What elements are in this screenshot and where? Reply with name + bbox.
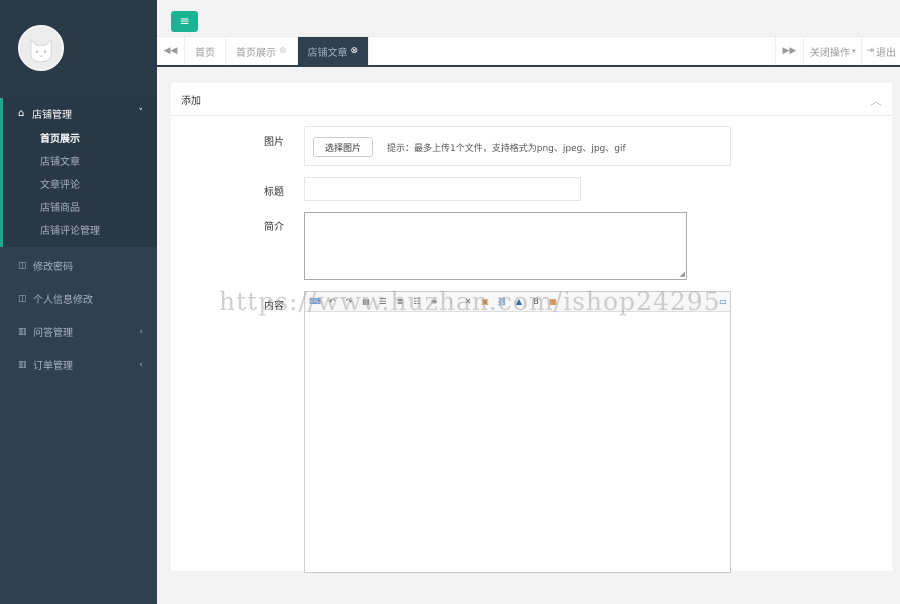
tab-label: 首页 [195, 47, 215, 59]
bar-chart-icon: ▥ [18, 359, 27, 370]
panel-title: 添加 [181, 95, 201, 107]
redo-icon[interactable]: ↷ [342, 295, 356, 309]
chevron-left-icon: ‹ [139, 359, 143, 370]
menu-icon: ≡ [179, 14, 190, 28]
chevron-down-icon: ˅ [138, 108, 144, 118]
image-label: 图片 [264, 137, 284, 148]
align-center-icon[interactable]: ≣ [393, 295, 407, 309]
topbar: ≡ [157, 0, 900, 37]
close-operations-label: 关闭操作 [809, 47, 850, 59]
logout-button[interactable]: ⇥ 退出 [861, 37, 900, 65]
list-icon[interactable]: ⁝ [444, 295, 458, 309]
image-icon[interactable]: ▲ [512, 295, 526, 309]
sidebar-item-label: 个人信息修改 [33, 295, 93, 306]
forward-icon: ▶▶ [782, 46, 797, 56]
chevron-left-icon: ‹ [139, 326, 143, 337]
add-form-panel: 添加 ︿ 图片 选择图片 提示：最多上传1个文件，支持格式为png、jpeg、j… [171, 83, 892, 573]
editor-toolbar: ⌨ ↶ ↷ ▤ ☰ ≣ ☷ ≡ ⁝ ✕ ▣ ⛓ ▲ B ▦ ▭ [305, 292, 730, 312]
intro-textarea[interactable]: ◢ [304, 212, 687, 280]
tabs-bar: ◀◀ 首页 首页展示 ⊗ 店铺文章 ⊗ ▶▶ 关闭操作 ▾ ⇥ 退出 [157, 37, 900, 67]
subnav-item-shop-review-management[interactable]: 店铺评论管理 [3, 220, 157, 243]
tab-shop-articles[interactable]: 店铺文章 ⊗ [297, 37, 370, 65]
align-left-icon[interactable]: ☰ [376, 295, 390, 309]
sidebar-item-change-password[interactable]: ◫ 修改密码 [0, 249, 157, 282]
editor-body[interactable] [305, 313, 730, 572]
bold-icon[interactable]: B [529, 295, 543, 309]
template-icon[interactable]: ▤ [359, 295, 373, 309]
sidebar-item-edit-profile[interactable]: ◫ 个人信息修改 [0, 282, 157, 315]
backward-icon: ◀◀ [163, 46, 178, 56]
resize-handle-icon[interactable]: ◢ [680, 271, 685, 278]
link-icon[interactable]: ⛓ [495, 295, 509, 309]
subnav-item-shop-articles[interactable]: 店铺文章 [3, 151, 157, 174]
menu-toggle-button[interactable]: ≡ [171, 11, 198, 32]
select-image-button[interactable]: 选择图片 [313, 137, 373, 157]
close-operations-dropdown[interactable]: 关闭操作 ▾ [802, 37, 862, 65]
subnav-item-home-display[interactable]: 首页展示 [3, 128, 157, 151]
sidebar-item-qa-management[interactable]: ▥ 问答管理 ‹ [0, 315, 157, 348]
tabs-spacer [369, 37, 775, 65]
sidebar-item-label: 订单管理 [33, 361, 73, 372]
tab-home-display[interactable]: 首页展示 ⊗ [226, 37, 298, 65]
logout-label: 退出 [876, 47, 896, 59]
title-input[interactable] [304, 177, 581, 201]
avatar[interactable] [18, 25, 64, 71]
intro-label: 简介 [264, 222, 284, 233]
panel-header: 添加 ︿ [171, 83, 892, 116]
undo-icon[interactable]: ↶ [325, 295, 339, 309]
tab-label: 首页展示 [236, 47, 276, 59]
close-circle-icon[interactable]: ⊗ [351, 46, 359, 56]
sidebar-item-label: 修改密码 [33, 262, 73, 273]
columns-icon: ◫ [18, 260, 27, 271]
nav-group-header[interactable]: ⌂ 店铺管理 ˅ [3, 98, 157, 128]
align-right-icon[interactable]: ☷ [410, 295, 424, 309]
image-upload-box: 选择图片 提示：最多上传1个文件，支持格式为png、jpeg、jpg、gif [304, 126, 731, 166]
close-circle-icon[interactable]: ⊗ [279, 46, 287, 56]
rich-text-editor[interactable]: ⌨ ↶ ↷ ▤ ☰ ≣ ☷ ≡ ⁝ ✕ ▣ ⛓ ▲ B ▦ ▭ [304, 291, 731, 573]
nav-group-label: 店铺管理 [32, 109, 72, 121]
cat-avatar-icon [20, 27, 62, 69]
nav-group-shop-management: ⌂ 店铺管理 ˅ 首页展示 店铺文章 文章评论 店铺商品 店铺评论管理 [0, 98, 157, 247]
justify-icon[interactable]: ≡ [427, 295, 441, 309]
remove-format-icon[interactable]: ✕ [461, 295, 475, 309]
tab-home[interactable]: 首页 [185, 37, 226, 65]
subnav-item-shop-products[interactable]: 店铺商品 [3, 197, 157, 220]
sidebar-item-order-management[interactable]: ▥ 订单管理 ‹ [0, 348, 157, 381]
tabs-scroll-right-button[interactable]: ▶▶ [774, 37, 803, 65]
content-label: 内容 [264, 301, 284, 312]
paste-icon[interactable]: ▣ [478, 295, 492, 309]
subnav-item-article-comments[interactable]: 文章评论 [3, 174, 157, 197]
columns-icon: ◫ [18, 293, 27, 304]
upload-hint: 提示：最多上传1个文件，支持格式为png、jpeg、jpg、gif [387, 144, 626, 154]
tabs-scroll-left-button[interactable]: ◀◀ [157, 37, 185, 65]
caret-down-icon: ▾ [851, 47, 856, 55]
sidebar-item-label: 问答管理 [33, 328, 73, 339]
fullscreen-icon[interactable]: ▭ [716, 295, 730, 309]
bar-chart-icon: ▥ [18, 326, 27, 337]
chevron-up-icon[interactable]: ︿ [870, 92, 882, 109]
sign-out-icon: ⇥ [866, 46, 874, 56]
sidebar: ⌂ 店铺管理 ˅ 首页展示 店铺文章 文章评论 店铺商品 店铺评论管理 ◫ 修改… [0, 0, 157, 604]
table-icon[interactable]: ▦ [546, 295, 560, 309]
tab-label: 店铺文章 [307, 47, 348, 59]
profile-area [0, 0, 157, 98]
home-icon: ⌂ [18, 107, 25, 119]
subnav-list: 首页展示 店铺文章 文章评论 店铺商品 店铺评论管理 [3, 128, 157, 247]
source-code-icon[interactable]: ⌨ [308, 295, 322, 309]
title-label: 标题 [264, 187, 284, 198]
